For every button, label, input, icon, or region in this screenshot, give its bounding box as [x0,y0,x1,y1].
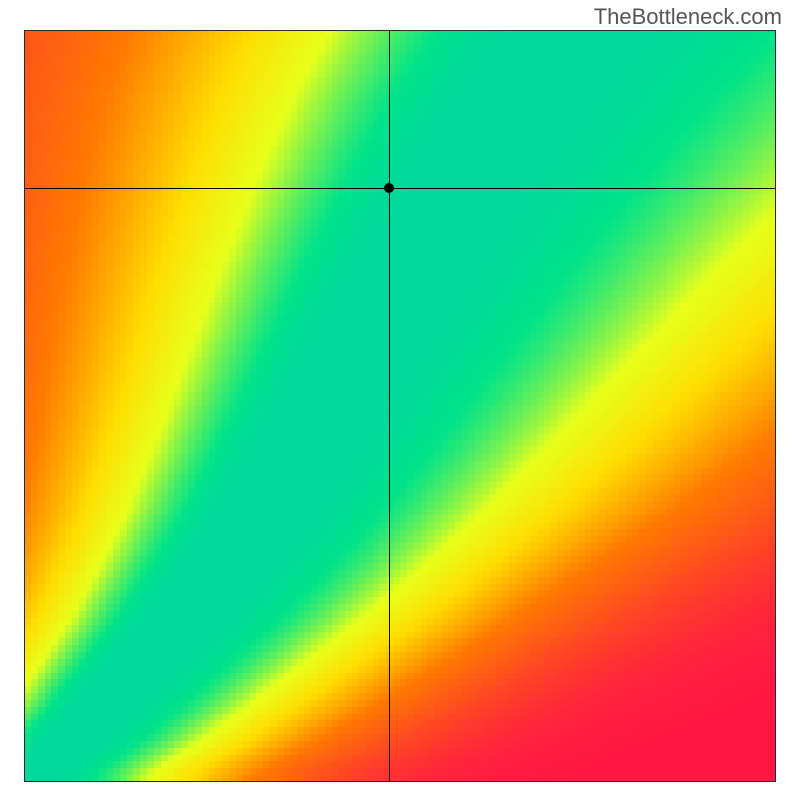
heatmap-plot [24,30,776,782]
chart-container: TheBottleneck.com [0,0,800,800]
watermark-text: TheBottleneck.com [594,4,782,30]
